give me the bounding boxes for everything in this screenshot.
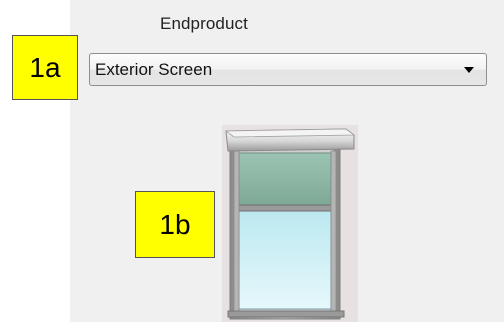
window-with-exterior-screen-icon — [224, 128, 356, 320]
endproduct-label: Endproduct — [160, 14, 248, 33]
endproduct-dropdown[interactable]: Exterior Screen — [89, 53, 487, 86]
chevron-down-icon[interactable] — [464, 67, 474, 73]
endproduct-dropdown-value: Exterior Screen — [95, 60, 213, 79]
callout-1b: 1b — [135, 191, 215, 258]
callout-1a: 1a — [12, 35, 78, 100]
exterior-screen-preview — [222, 125, 358, 322]
endproduct-selector-screenshot: Endproduct Exterior Screen 1a 1b — [0, 0, 504, 322]
